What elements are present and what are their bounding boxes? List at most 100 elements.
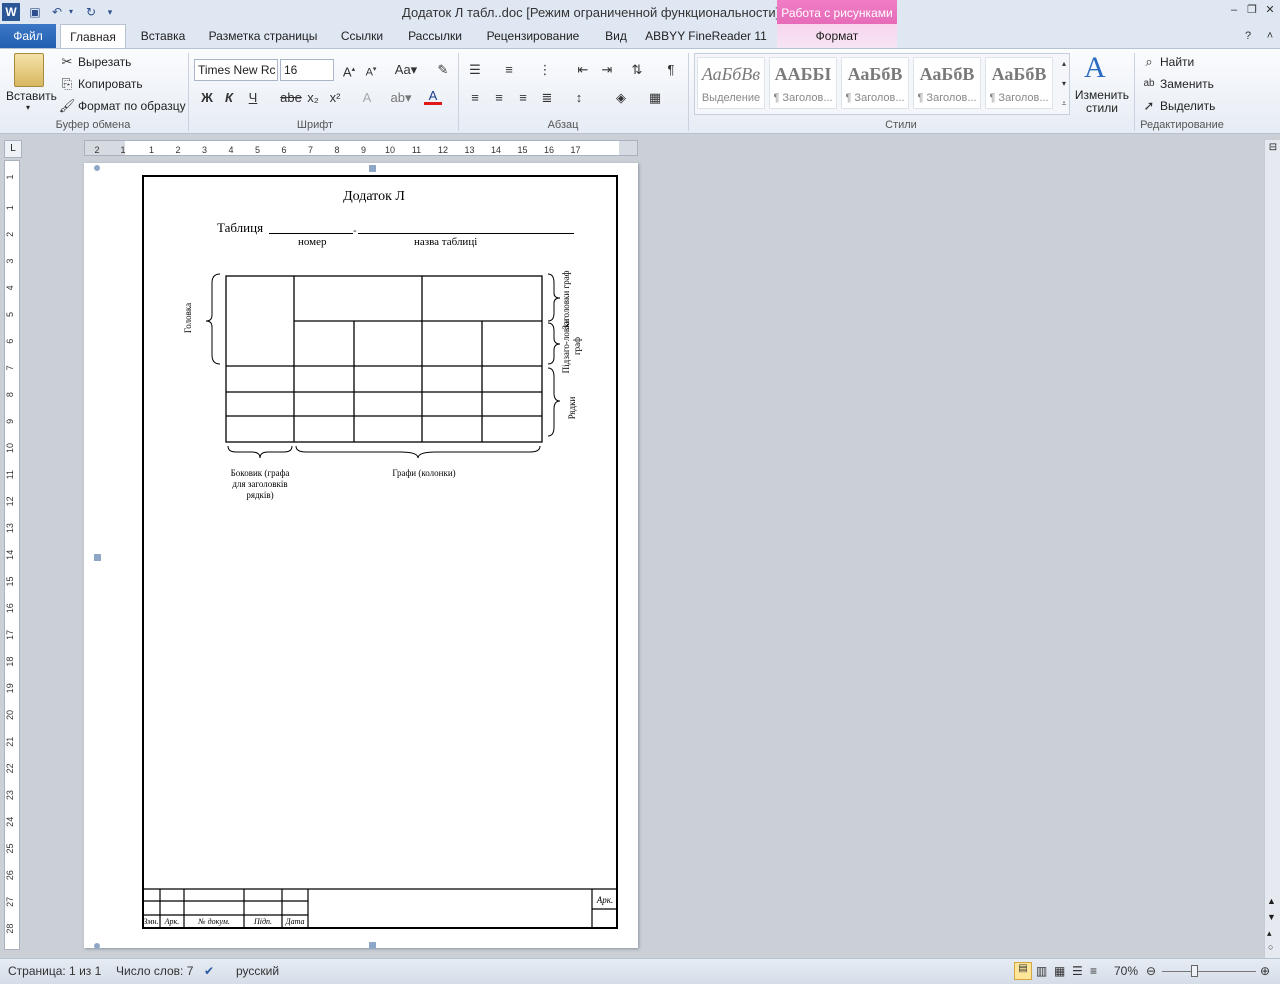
tab-file[interactable]: Файл (0, 24, 56, 48)
style-heading1[interactable]: ААББІ ¶ Заголов... (769, 57, 837, 109)
tab-view[interactable]: Вид (596, 24, 636, 48)
horizontal-ruler[interactable]: 2 1 1 2 3 4 5 6 7 8 9 10 11 12 13 14 15 16 17 (84, 140, 638, 156)
zoom-out-icon[interactable]: ⊖ (1146, 964, 1156, 978)
window-title: Додаток Л табл..doc [Режим ограниченной … (402, 5, 878, 20)
ruler-tick-label: 28 (5, 924, 15, 934)
tab-review[interactable]: Рецензирование (478, 24, 588, 48)
web-layout-icon[interactable]: ▦ (1054, 964, 1065, 978)
tab-mailings[interactable]: Рассылки (398, 24, 472, 48)
bold-icon[interactable]: Ж (198, 89, 216, 107)
sort-icon[interactable]: ⇅ (628, 61, 646, 79)
italic-icon[interactable]: К (220, 89, 238, 107)
ruler-toggle-icon[interactable]: ⊟ (1267, 142, 1279, 158)
zoom-slider-track[interactable] (1162, 971, 1256, 972)
spellcheck-icon[interactable]: ✔ (204, 964, 214, 978)
vertical-scrollbar[interactable]: ⊟ ▲ ▼ ▴ ○ (1264, 140, 1280, 958)
minimize-icon[interactable]: – (1226, 2, 1242, 18)
bullets-icon[interactable]: ☰ (466, 61, 484, 79)
ribbon-tabs: Файл Главная Вставка Разметка страницы С… (0, 24, 1280, 49)
word-count[interactable]: Число слов: 7 (116, 964, 193, 978)
replace-button[interactable]: Заменить (1160, 77, 1214, 91)
change-case-icon[interactable]: Aa▾ (394, 61, 418, 79)
underline-icon[interactable]: Ч (244, 89, 262, 107)
shading-icon[interactable]: ◈ (612, 89, 630, 107)
gallery-up-icon[interactable]: ▴ (1055, 55, 1073, 73)
tab-references[interactable]: Ссылки (334, 24, 390, 48)
print-layout-icon[interactable]: ▤ (1014, 962, 1032, 980)
tab-insert[interactable]: Вставка (134, 24, 192, 48)
scroll-down-icon[interactable]: ▼ (1267, 912, 1276, 922)
align-right-icon[interactable]: ≡ (514, 89, 532, 107)
cut-button[interactable]: Вырезать (78, 55, 131, 69)
ruler-tick-label: 13 (5, 523, 15, 533)
page-count[interactable]: Страница: 1 из 1 (8, 964, 101, 978)
prev-page-icon[interactable]: ▴ (1267, 928, 1272, 939)
tab-format[interactable]: Формат (777, 24, 897, 48)
style-heading4[interactable]: АаБбВ ¶ Заголов... (985, 57, 1053, 109)
subscript-icon[interactable]: x₂ (304, 89, 322, 107)
document-page[interactable]: Додаток Л Таблиця - номер назва таблиці … (84, 163, 638, 949)
paste-button[interactable]: Вставить (6, 89, 57, 103)
copy-button[interactable]: Копировать (78, 77, 143, 91)
paste-dropdown-icon[interactable]: ▾ (26, 103, 30, 112)
tab-abbyy[interactable]: ABBYY FineReader 11 (642, 24, 770, 48)
ruler-tick-label: 7 (5, 365, 15, 370)
separator (1134, 53, 1135, 131)
language[interactable]: русский (236, 964, 279, 978)
ruler-tick-label: 16 (544, 145, 554, 155)
font-size-select[interactable]: 16 (280, 59, 334, 81)
ruler-tick-label: 17 (570, 145, 580, 155)
stamp-col-signature: Підп. (253, 917, 273, 926)
superscript-icon[interactable]: x² (326, 89, 344, 107)
gallery-more-icon[interactable]: ⩡ (1055, 95, 1073, 113)
find-button[interactable]: Найти (1160, 55, 1194, 69)
paste-icon[interactable] (14, 53, 44, 87)
close-icon[interactable]: ✕ (1262, 2, 1278, 18)
tab-page-layout[interactable]: Разметка страницы (198, 24, 328, 48)
font-name-select[interactable]: Times New Rc (194, 59, 278, 81)
change-styles-button[interactable]: Изменить стили (1074, 89, 1130, 115)
strikethrough-icon[interactable]: abe (280, 89, 302, 107)
decrease-indent-icon[interactable]: ⇤ (574, 61, 592, 79)
zoom-in-icon[interactable]: ⊕ (1260, 964, 1270, 978)
restore-icon[interactable]: ❐ (1244, 2, 1260, 18)
collapse-ribbon-icon[interactable]: ˄ (1262, 28, 1278, 44)
help-icon[interactable]: ? (1240, 28, 1256, 44)
outline-icon[interactable]: ☰ (1072, 964, 1083, 978)
align-center-icon[interactable]: ≡ (490, 89, 508, 107)
separator (188, 53, 189, 131)
tab-selector[interactable]: L (4, 140, 22, 158)
show-formatting-icon[interactable]: ¶ (662, 61, 680, 79)
gallery-down-icon[interactable]: ▾ (1055, 75, 1073, 93)
browse-object-icon[interactable]: ○ (1268, 942, 1273, 952)
numbering-icon[interactable]: ≡ (500, 61, 518, 79)
clear-formatting-icon[interactable]: ✎ (434, 61, 452, 79)
align-left-icon[interactable]: ≡ (466, 89, 484, 107)
ruler-tick-label: 12 (5, 496, 15, 506)
stamp-col-sheet: Арк. (164, 917, 180, 926)
increase-indent-icon[interactable]: ⇥ (598, 61, 616, 79)
text-effects-icon[interactable]: A (358, 89, 376, 107)
shrink-font-icon[interactable]: A▾ (362, 61, 380, 79)
draft-icon[interactable]: ≡ (1090, 964, 1097, 978)
multilevel-list-icon[interactable]: ⋮ (536, 61, 554, 79)
justify-icon[interactable]: ≣ (538, 89, 556, 107)
ruler-tick-label: 27 (5, 897, 15, 907)
style-heading3[interactable]: АаБбВ ¶ Заголов... (913, 57, 981, 109)
format-painter-button[interactable]: Формат по образцу (78, 99, 186, 113)
zoom-slider-thumb[interactable] (1191, 965, 1198, 977)
tab-home[interactable]: Главная (60, 24, 126, 49)
scroll-up-icon[interactable]: ▲ (1267, 896, 1276, 906)
style-emphasis[interactable]: АаБбВв Выделение (697, 57, 765, 109)
highlight-icon[interactable]: ab▾ (390, 89, 412, 107)
select-button[interactable]: Выделить (1160, 99, 1215, 113)
line-spacing-icon[interactable]: ↕ (570, 89, 588, 107)
full-screen-reading-icon[interactable]: ▥ (1036, 964, 1047, 978)
style-heading2[interactable]: АаБбВ ¶ Заголов... (841, 57, 909, 109)
borders-icon[interactable]: ▦ (646, 89, 664, 107)
zoom-level[interactable]: 70% (1114, 964, 1138, 978)
font-color-icon[interactable]: A (424, 87, 442, 105)
vertical-ruler[interactable]: 1123456789101112131415161718192021222324… (4, 160, 20, 950)
grow-font-icon[interactable]: A▴ (340, 61, 358, 79)
select-cursor-icon: ➚ (1143, 98, 1155, 113)
